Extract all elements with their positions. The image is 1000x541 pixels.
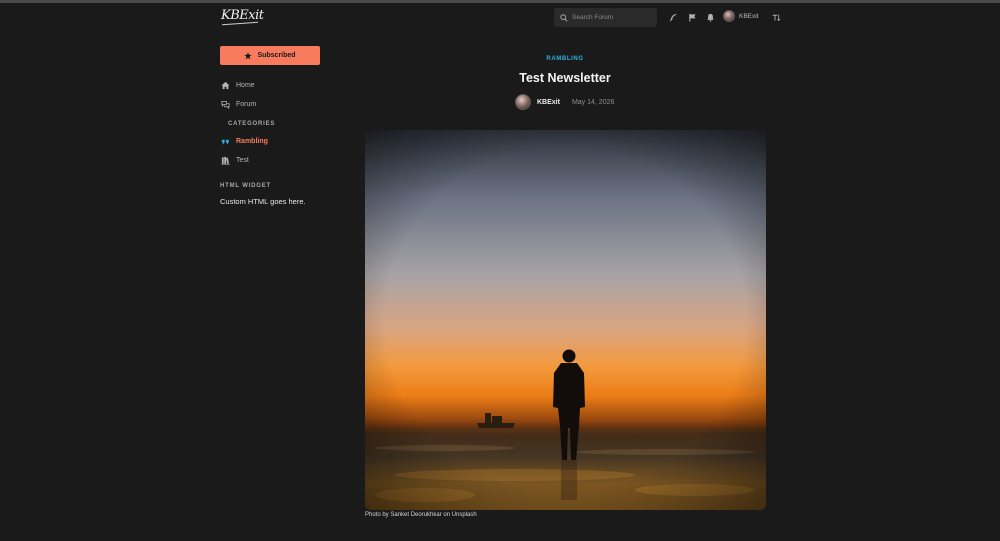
feather-icon[interactable] <box>668 12 678 22</box>
bell-icon[interactable] <box>705 12 715 22</box>
sidebar-item-forum[interactable]: Forum <box>220 99 256 109</box>
books-icon <box>220 155 230 165</box>
site-logo[interactable]: KBExit <box>221 8 264 26</box>
flag-icon[interactable] <box>687 12 697 22</box>
star-icon <box>244 51 253 59</box>
subscribed-label: Subscribed <box>257 52 296 59</box>
author-avatar[interactable] <box>515 94 531 110</box>
sidebar-item-label: Rambling <box>236 137 268 145</box>
post-title: Test Newsletter <box>519 71 611 85</box>
sidebar-item-test[interactable]: Test <box>220 155 249 165</box>
post-byline: KBExit May 14, 2026 <box>515 94 614 110</box>
sidebar-item-label: Test <box>236 156 249 164</box>
image-caption: Photo by Sanket Deorukhkar on Unsplash <box>365 512 477 518</box>
post-date: May 14, 2026 <box>571 98 615 106</box>
author-name[interactable]: KBExit <box>537 99 560 106</box>
sidebar-item-rambling[interactable]: Rambling <box>220 136 268 146</box>
search-icon <box>560 9 568 27</box>
widget-heading: HTML WIDGET <box>220 183 272 189</box>
sidebar-item-home[interactable]: Home <box>220 80 255 90</box>
user-menu[interactable]: KBExit <box>723 10 759 22</box>
categories-heading: CATEGORIES <box>228 121 276 127</box>
sidebar-item-label: Forum <box>236 100 257 108</box>
post-category[interactable]: RAMBLING <box>365 56 765 62</box>
subscribed-button[interactable]: Subscribed <box>220 46 320 65</box>
feature-image <box>365 130 766 510</box>
widget-text: Custom HTML goes here. <box>220 197 306 206</box>
search-input[interactable] <box>572 14 652 21</box>
avatar <box>723 10 735 22</box>
quote-icon <box>220 136 230 146</box>
site-header: KBExit KBExit <box>0 3 1000 31</box>
search-box[interactable] <box>554 8 657 27</box>
sidebar-item-label: Home <box>236 81 255 89</box>
user-name: KBExit <box>739 12 759 20</box>
forum-icon <box>220 99 230 109</box>
sort-icon[interactable] <box>770 12 782 22</box>
home-icon <box>220 80 230 90</box>
